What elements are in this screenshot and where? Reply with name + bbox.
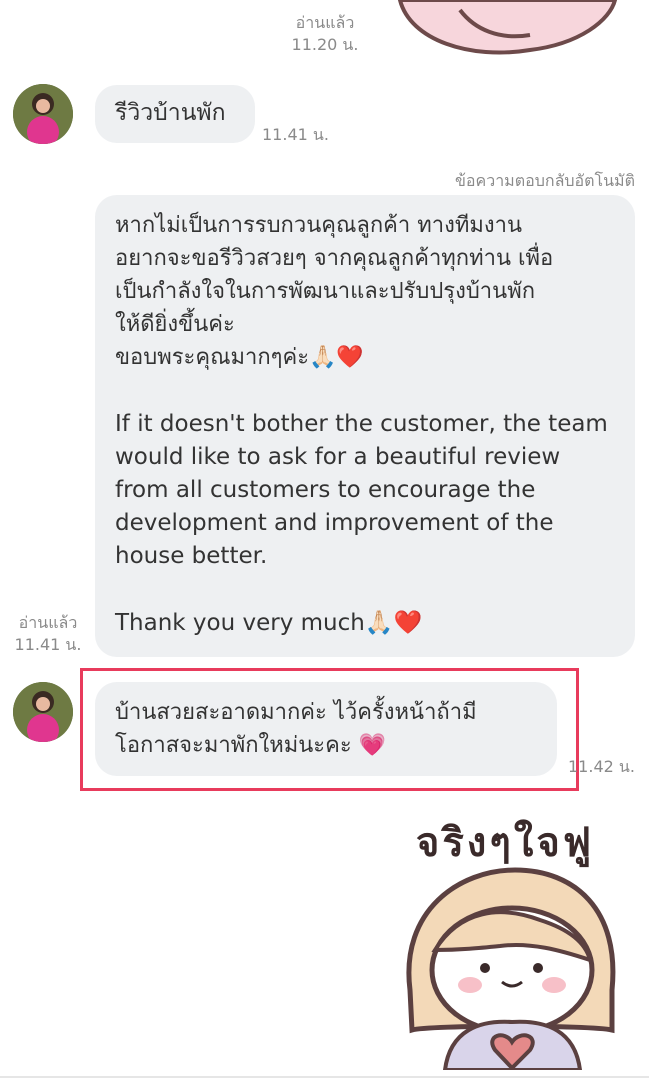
timestamp: 11.41 น.: [262, 125, 329, 144]
sticker[interactable]: จริงๆใจฟู: [370, 810, 640, 1070]
timestamp: 11.41 น.: [14, 635, 82, 654]
read-label: อ่านแล้ว: [295, 13, 355, 32]
message-text: บ้านสวยสะอาดมากค่ะ ไว้ครั้งหน้าถ้ามี โอก…: [115, 700, 477, 758]
message-text-thai: หากไม่เป็นการรบกวนคุณลูกค้า ทางทีมงาน อย…: [115, 213, 554, 370]
sticker-girl-icon: [406, 867, 616, 1070]
incoming-message-bubble[interactable]: บ้านสวยสะอาดมากค่ะ ไว้ครั้งหน้าถ้ามี โอก…: [95, 682, 557, 776]
read-receipt-top: อ่านแล้ว 11.20 น.: [280, 12, 370, 56]
avatar-photo-icon: [13, 84, 73, 144]
outgoing-message-bubble[interactable]: หากไม่เป็นการรบกวนคุณลูกค้า ทางทีมงาน อย…: [95, 195, 635, 657]
incoming-message-bubble[interactable]: รีวิวบ้านพัก: [95, 85, 255, 143]
message-text-english: If it doesn't bother the customer, the t…: [115, 411, 608, 569]
sticker-top-partial: [397, 0, 618, 55]
bottom-divider: [0, 1076, 649, 1078]
message-text: รีวิวบ้านพัก: [115, 100, 226, 126]
read-receipt: อ่านแล้ว 11.41 น.: [8, 612, 88, 656]
read-label: อ่านแล้ว: [18, 613, 78, 632]
avatar-photo-icon: [13, 682, 73, 742]
avatar[interactable]: [13, 84, 73, 144]
auto-reply-label: ข้อความตอบกลับอัตโนมัติ: [454, 171, 635, 190]
timestamp: 11.20 น.: [291, 35, 359, 54]
timestamp: 11.42 น.: [568, 757, 635, 776]
avatar[interactable]: [13, 682, 73, 742]
message-text-thanks: Thank you very much🙏🏻❤️: [115, 610, 423, 636]
